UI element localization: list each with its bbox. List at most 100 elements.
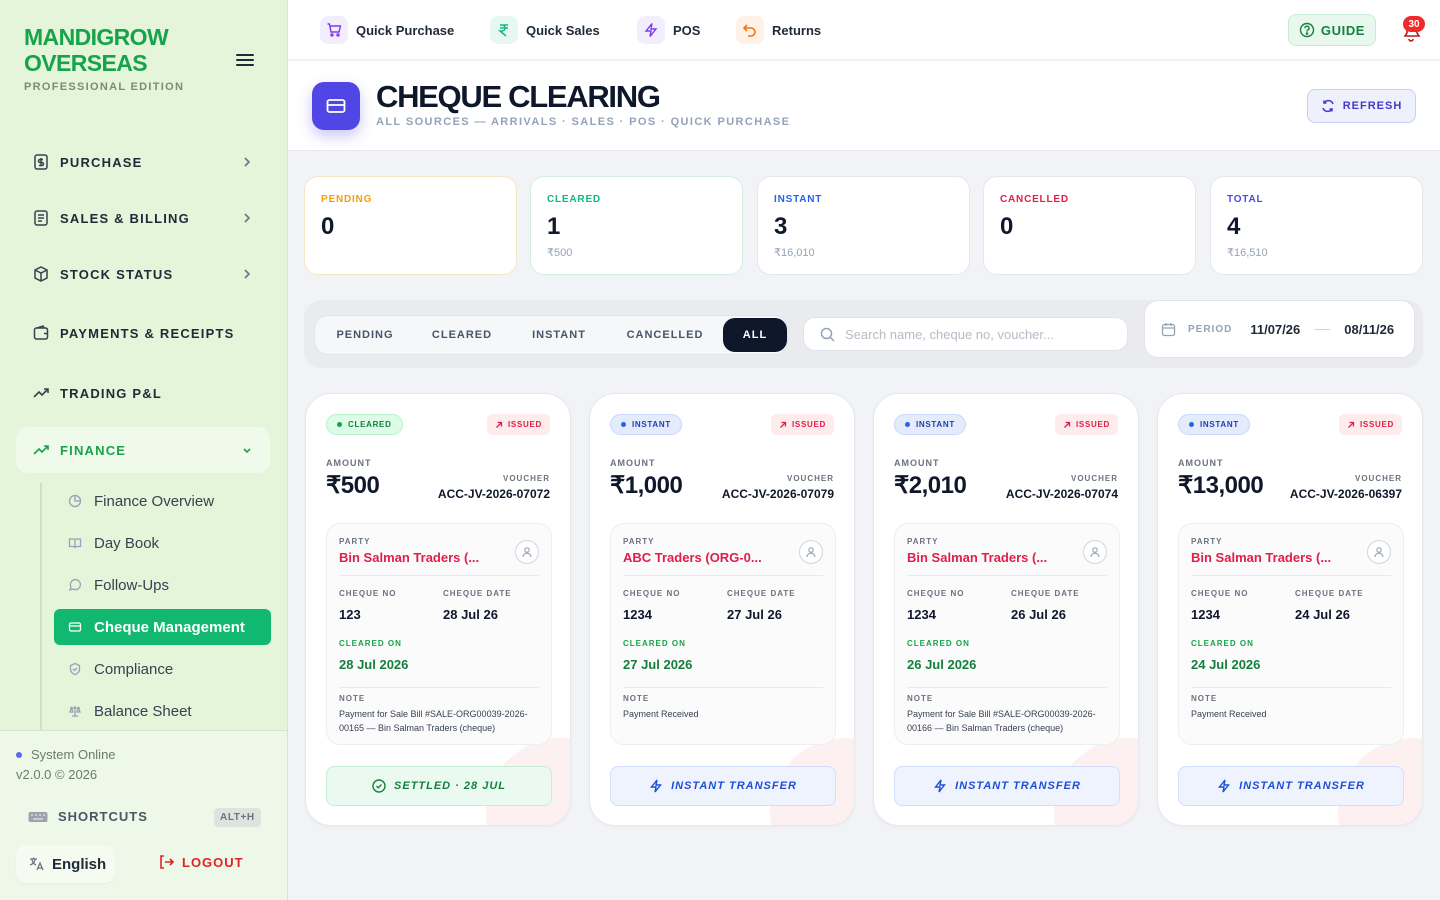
tab-pending[interactable]: PENDING: [319, 318, 411, 352]
tab-instant[interactable]: INSTANT: [513, 318, 605, 352]
cheque-date-label: CHEQUE DATE: [727, 589, 796, 598]
action-label: SETTLED · 28 JUL: [394, 780, 506, 792]
shortcuts-button[interactable]: SHORTCUTS: [28, 809, 148, 824]
stat-card-cleared[interactable]: CLEARED 1 ₹500: [530, 176, 743, 275]
calendar-icon: [1161, 322, 1176, 336]
trend-icon: [33, 388, 49, 398]
arrow-up-right-icon: [496, 421, 503, 428]
party-name[interactable]: Bin Salman Traders (...: [907, 550, 1047, 565]
date-separator: [1314, 328, 1331, 330]
amount-label: AMOUNT: [894, 458, 940, 468]
rupee-icon: [490, 16, 518, 44]
system-status: System Online: [16, 747, 116, 762]
sub-item-balance-sheet[interactable]: Balance Sheet: [54, 693, 271, 729]
sub-item-finance-overview[interactable]: Finance Overview: [54, 483, 271, 519]
page-subtitle: ALL SOURCES — ARRIVALS · SALES · POS · Q…: [376, 116, 791, 128]
bolt-icon: [1218, 779, 1231, 793]
tab-cancelled[interactable]: CANCELLED: [609, 318, 721, 352]
party-name[interactable]: Bin Salman Traders (...: [339, 550, 479, 565]
quick-sales-button[interactable]: Quick Sales: [490, 16, 600, 44]
amount-label: AMOUNT: [326, 458, 372, 468]
search-input[interactable]: [845, 326, 1105, 342]
nav-sales-billing[interactable]: SALES & BILLING: [16, 195, 270, 241]
nav-stock-status[interactable]: STOCK STATUS: [16, 251, 270, 297]
sub-item-cheque-management[interactable]: Cheque Management: [54, 609, 271, 645]
stat-card-pending[interactable]: PENDING 0: [304, 176, 517, 275]
arrow-up-right-icon: [1348, 421, 1355, 428]
stat-sub: ₹16,010: [774, 247, 815, 259]
sub-item-label: Finance Overview: [94, 492, 215, 510]
scale-icon: [69, 706, 81, 717]
chevron-down-icon: [243, 448, 251, 454]
chevron-right-icon: [244, 213, 251, 223]
period-label: PERIOD: [1188, 323, 1233, 335]
nav-label: STOCK STATUS: [60, 266, 174, 282]
voucher-label: VOUCHER: [502, 474, 550, 483]
logout-button[interactable]: LOGOUT: [158, 854, 244, 870]
tab-cleared[interactable]: CLEARED: [415, 318, 509, 352]
direction-text: ISSUED: [1360, 420, 1394, 429]
direction-text: ISSUED: [1076, 420, 1110, 429]
quick-purchase-button[interactable]: Quick Purchase: [320, 16, 454, 44]
guide-button[interactable]: GUIDE: [1288, 14, 1376, 46]
logout-label: LOGOUT: [182, 854, 244, 870]
stat-value: 0: [1000, 213, 1014, 240]
nav-payments-receipts[interactable]: PAYMENTS & RECEIPTS: [16, 310, 270, 356]
translate-icon: [29, 857, 44, 871]
nav-finance[interactable]: FINANCE: [16, 427, 270, 473]
party-name[interactable]: ABC Traders (ORG-0...: [623, 550, 762, 565]
cheque-date-label: CHEQUE DATE: [1011, 589, 1080, 598]
action-label: INSTANT TRANSFER: [671, 780, 797, 792]
cheque-card[interactable]: INSTANT ISSUED AMOUNT ₹13,000 VOUCHER AC…: [1157, 393, 1423, 826]
direction-text: ISSUED: [792, 420, 826, 429]
cheque-card[interactable]: INSTANT ISSUED AMOUNT ₹1,000 VOUCHER ACC…: [589, 393, 855, 826]
date-from-field[interactable]: 11/07/26: [1250, 322, 1300, 337]
settled-button[interactable]: SETTLED · 28 JUL: [326, 766, 552, 806]
notifications-button[interactable]: 30: [1394, 14, 1428, 48]
stat-sub: ₹500: [547, 247, 573, 259]
sub-item-follow-ups[interactable]: Follow-Ups: [54, 567, 271, 603]
pos-button[interactable]: POS: [637, 16, 700, 44]
note-label: NOTE: [339, 694, 366, 703]
status-badge: INSTANT: [894, 414, 966, 435]
box-icon: [34, 266, 48, 282]
sub-item-day-book[interactable]: Day Book: [54, 525, 271, 561]
cheque-no-label: CHEQUE NO: [623, 589, 681, 598]
cheque-card[interactable]: CLEARED ISSUED AMOUNT ₹500 VOUCHER ACC-J…: [305, 393, 571, 826]
party-name[interactable]: Bin Salman Traders (...: [1191, 550, 1331, 565]
stat-card-instant[interactable]: INSTANT 3 ₹16,010: [757, 176, 970, 275]
sub-item-label: Day Book: [94, 534, 160, 552]
cheque-card[interactable]: INSTANT ISSUED AMOUNT ₹2,010 VOUCHER ACC…: [873, 393, 1139, 826]
instant-transfer-button[interactable]: INSTANT TRANSFER: [894, 766, 1120, 806]
cleared-on-label: CLEARED ON: [907, 639, 970, 648]
stat-card-cancelled[interactable]: CANCELLED 0: [983, 176, 1196, 275]
nav-label: TRADING P&L: [60, 385, 163, 401]
status-text: INSTANT: [1200, 420, 1239, 429]
menu-toggle-button[interactable]: [234, 50, 256, 70]
instant-transfer-button[interactable]: INSTANT TRANSFER: [1178, 766, 1404, 806]
top-bar: Quick Purchase Quick Sales POS Returns G…: [288, 0, 1440, 60]
status-tabs: PENDING CLEARED INSTANT CANCELLED ALL: [314, 315, 788, 355]
stat-card-total[interactable]: TOTAL 4 ₹16,510: [1210, 176, 1423, 275]
brand-logo: MANDIGROW OVERSEAS: [24, 24, 194, 76]
chat-icon: [68, 578, 82, 592]
language-selector[interactable]: English: [16, 845, 115, 883]
nav-purchase[interactable]: PURCHASE: [16, 139, 270, 185]
amount-value: ₹2,010: [894, 472, 967, 499]
refresh-label: REFRESH: [1342, 100, 1403, 112]
amount-value: ₹500: [326, 472, 380, 499]
sidebar-footer: System Online v2.0.0 © 2026 SHORTCUTS AL…: [0, 730, 287, 900]
instant-transfer-button[interactable]: INSTANT TRANSFER: [610, 766, 836, 806]
sub-item-compliance[interactable]: Compliance: [54, 651, 271, 687]
tab-all[interactable]: ALL: [723, 318, 787, 352]
nav-trading-pl[interactable]: TRADING P&L: [16, 370, 270, 416]
returns-button[interactable]: Returns: [736, 16, 821, 44]
party-label: PARTY: [339, 537, 371, 546]
cheque-date-label: CHEQUE DATE: [1295, 589, 1364, 598]
voucher-value: ACC-JV-2026-07072: [437, 487, 550, 501]
language-label: English: [52, 855, 107, 873]
note-value: Payment Received: [1191, 709, 1267, 719]
refresh-button[interactable]: REFRESH: [1307, 89, 1416, 123]
arrow-up-right-icon: [1064, 421, 1071, 428]
date-to-field[interactable]: 08/11/26: [1344, 322, 1394, 337]
